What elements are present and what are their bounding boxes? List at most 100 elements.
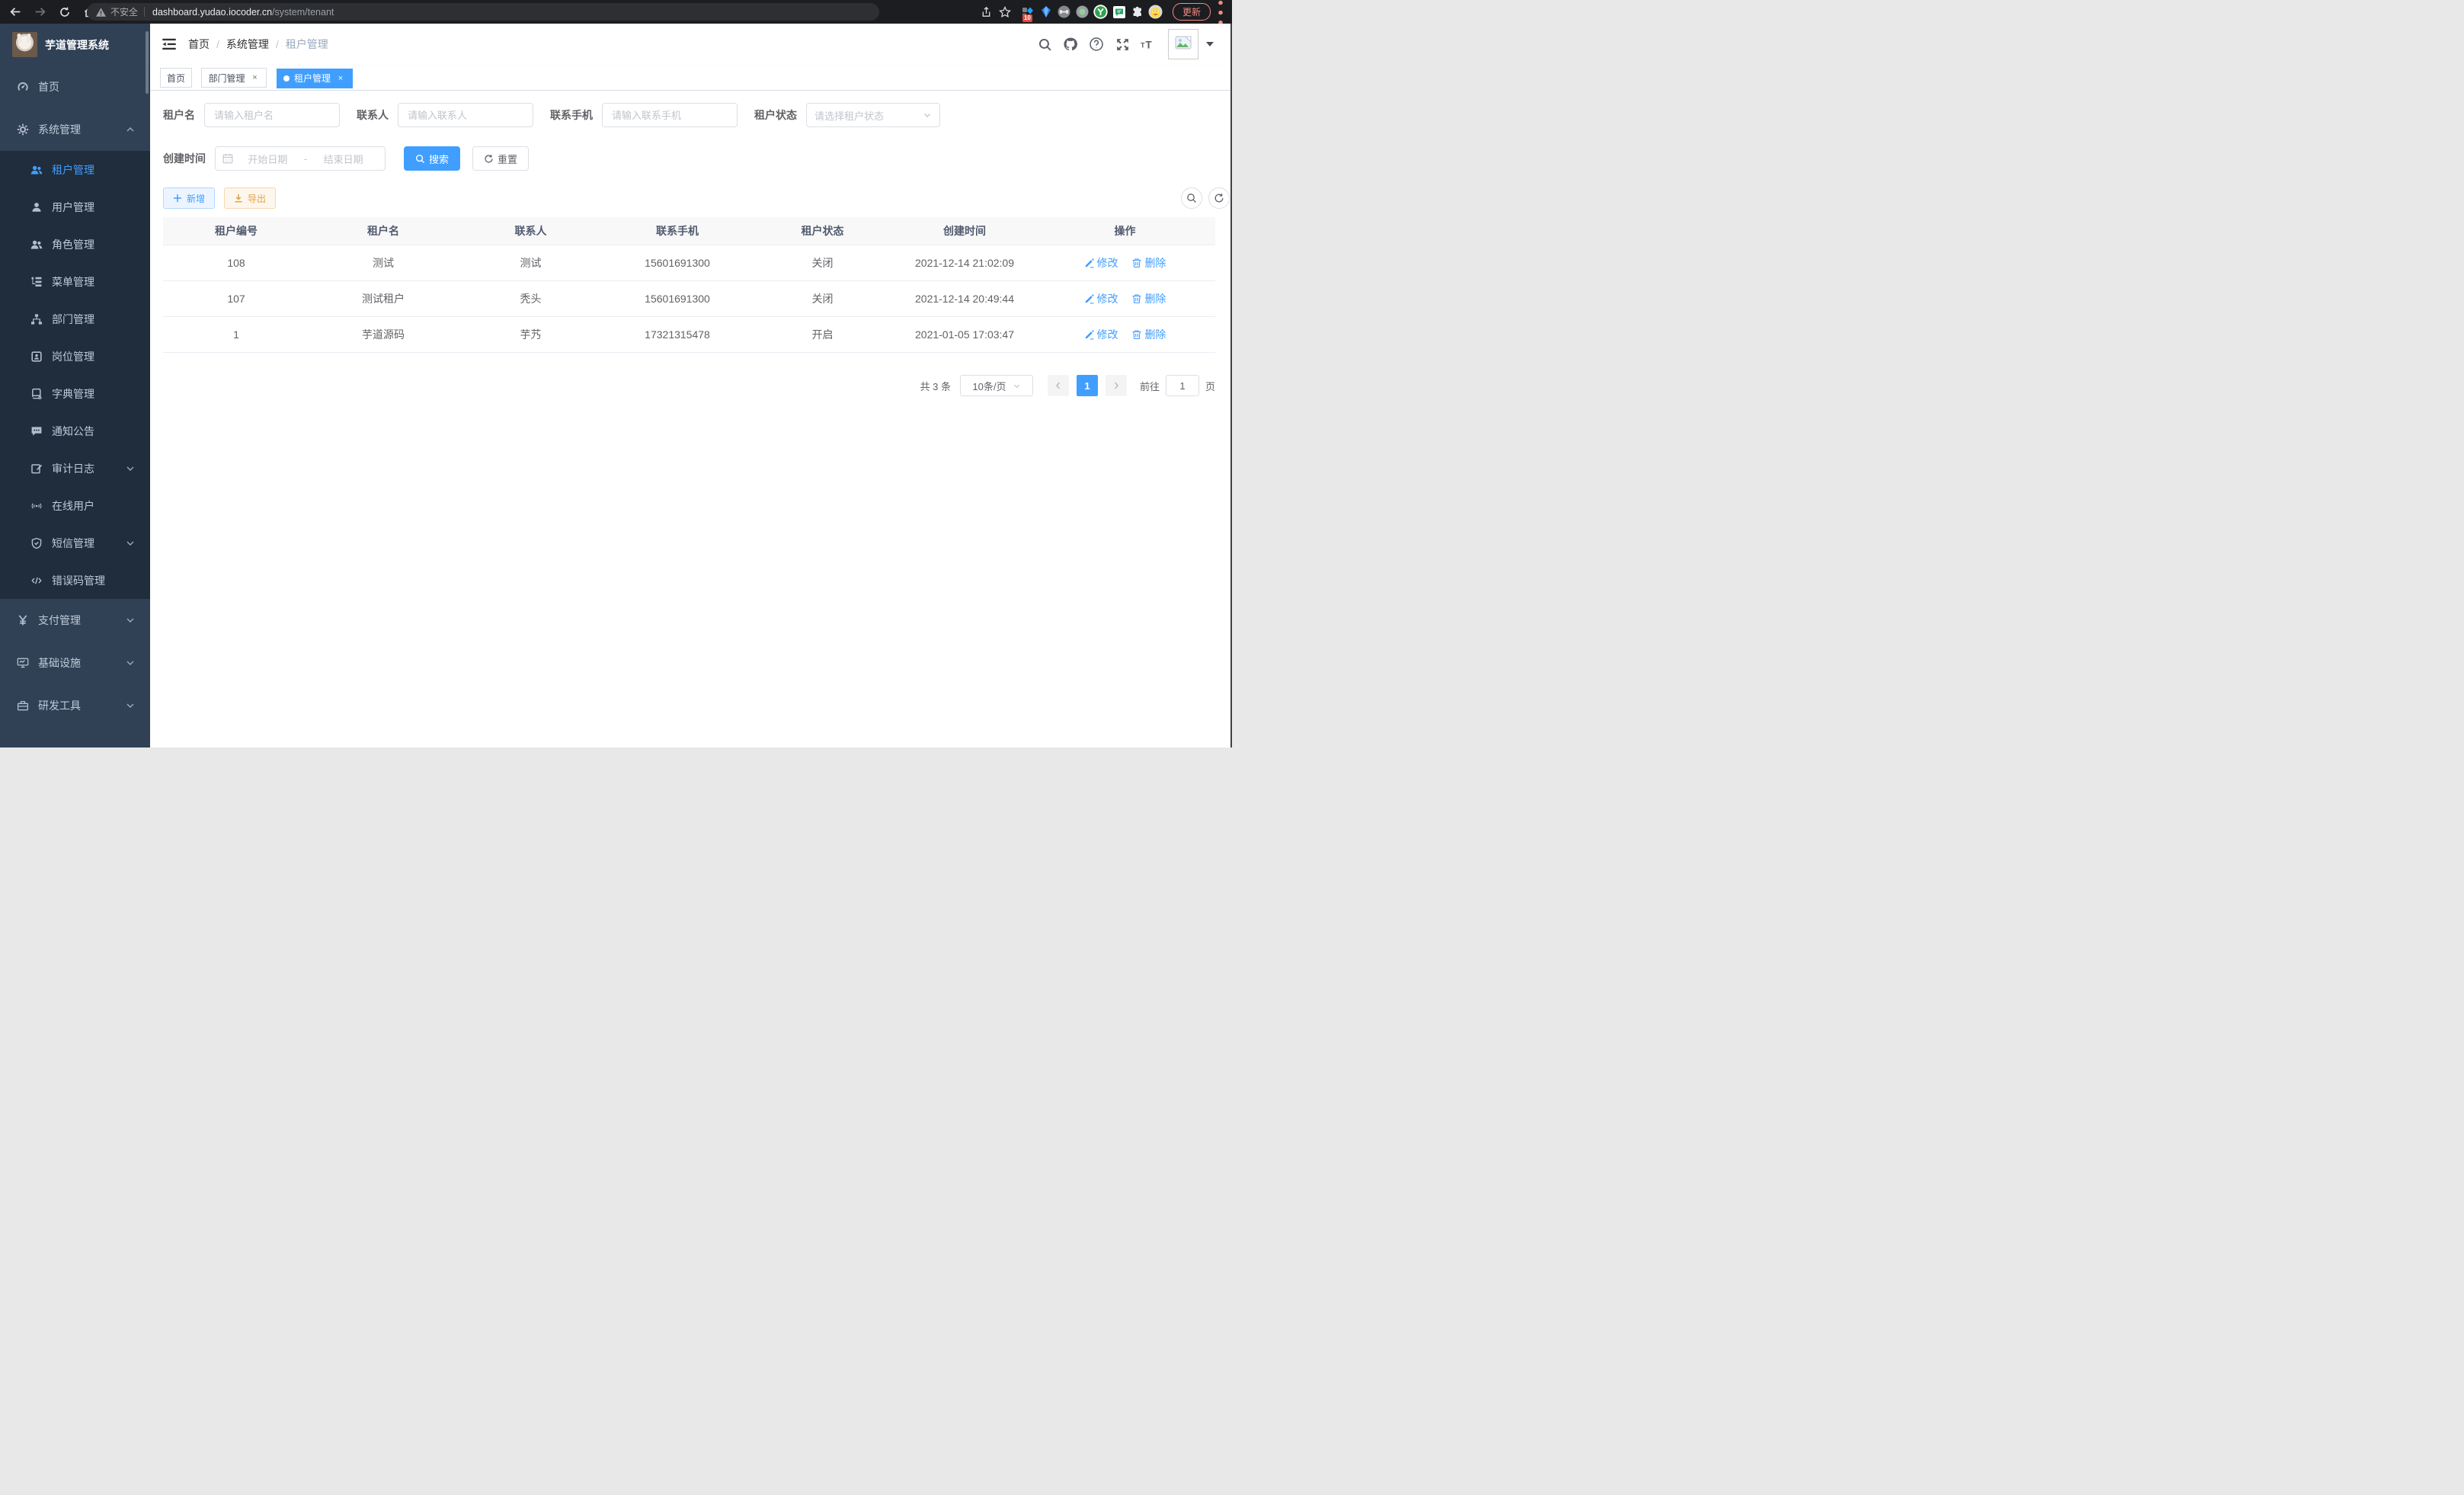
active-tag-dot bbox=[283, 75, 290, 82]
sidebar-item-label: 用户管理 bbox=[52, 200, 94, 215]
close-icon[interactable]: × bbox=[335, 73, 346, 84]
sidebar-item-online-user[interactable]: 在线用户 bbox=[0, 487, 150, 524]
filter-label-create-time: 创建时间 bbox=[163, 151, 206, 166]
refresh-table-button[interactable] bbox=[1208, 187, 1230, 209]
github-icon[interactable] bbox=[1063, 37, 1078, 52]
add-button[interactable]: 新增 bbox=[163, 187, 215, 209]
sidebar-item-dept[interactable]: 部门管理 bbox=[0, 300, 150, 338]
delete-link[interactable]: 删除 bbox=[1131, 291, 1166, 306]
tag-dept[interactable]: 部门管理 × bbox=[201, 68, 267, 88]
chevron-down-icon bbox=[126, 464, 135, 473]
sidebar-item-pay[interactable]: 支付管理 bbox=[0, 599, 150, 642]
breadcrumb-section[interactable]: 系统管理 bbox=[226, 37, 269, 52]
sidebar-item-tenant[interactable]: 租户管理 bbox=[0, 151, 150, 188]
tag-home[interactable]: 首页 bbox=[160, 68, 192, 88]
sidebar-item-devtools[interactable]: 研发工具 bbox=[0, 684, 150, 727]
sidebar-item-infra[interactable]: 基础设施 bbox=[0, 642, 150, 684]
share-icon[interactable] bbox=[979, 5, 994, 20]
sidebar-item-sms[interactable]: 短信管理 bbox=[0, 524, 150, 562]
start-date-placeholder: 开始日期 bbox=[233, 152, 302, 166]
edit-link[interactable]: 修改 bbox=[1084, 255, 1118, 271]
role-users-icon bbox=[30, 238, 43, 251]
extension-gem-icon[interactable] bbox=[1038, 5, 1054, 20]
sidebar-item-role[interactable]: 角色管理 bbox=[0, 226, 150, 263]
user-avatar-broken-image[interactable] bbox=[1168, 29, 1198, 59]
cell-tenant-id: 1 bbox=[163, 316, 309, 352]
extension-chat-icon[interactable] bbox=[1112, 5, 1127, 20]
export-button[interactable]: 导出 bbox=[224, 187, 276, 209]
help-icon[interactable] bbox=[1089, 37, 1104, 52]
trash-icon bbox=[1131, 329, 1142, 340]
search-button[interactable]: 搜索 bbox=[404, 146, 460, 171]
sidebar-item-audit-log[interactable]: 审计日志 bbox=[0, 450, 150, 487]
sidebar-item-error-code[interactable]: 错误码管理 bbox=[0, 562, 150, 599]
browser-menu-icon[interactable]: ⦁⦁⦁ bbox=[1215, 0, 1226, 27]
cell-mobile: 15601691300 bbox=[604, 245, 750, 280]
reset-button[interactable]: 重置 bbox=[472, 146, 529, 171]
security-label: 不安全 bbox=[110, 5, 138, 18]
goto-page-input[interactable] bbox=[1166, 375, 1199, 396]
extension-dot-icon[interactable] bbox=[1075, 5, 1090, 20]
omnibox-divider bbox=[144, 7, 145, 17]
download-icon bbox=[234, 194, 244, 203]
browser-update-button[interactable]: 更新 bbox=[1173, 3, 1211, 21]
mobile-input[interactable] bbox=[602, 103, 738, 127]
avatar-caret-down-icon[interactable] bbox=[1206, 42, 1214, 46]
next-page-button[interactable] bbox=[1106, 375, 1127, 396]
edit-link[interactable]: 修改 bbox=[1084, 327, 1118, 342]
browser-forward-icon[interactable] bbox=[32, 4, 48, 20]
sidebar-fold-icon[interactable] bbox=[162, 37, 177, 52]
edit-link-label: 修改 bbox=[1097, 327, 1118, 342]
filter-label-contact: 联系人 bbox=[357, 107, 389, 123]
browser-address-bar[interactable]: 不安全 dashboard.yudao.iocoder.cn/system/te… bbox=[87, 3, 879, 21]
status-select[interactable]: 请选择租户状态 bbox=[806, 103, 940, 127]
app-logo-row[interactable]: 芋道管理系统 bbox=[0, 24, 150, 66]
trash-icon bbox=[1131, 293, 1142, 304]
reset-button-label: 重置 bbox=[498, 152, 517, 166]
bookmark-star-icon[interactable] bbox=[997, 5, 1013, 20]
tenant-name-input[interactable] bbox=[204, 103, 340, 127]
edit-link-label: 修改 bbox=[1097, 255, 1118, 271]
system-submenu: 租户管理 用户管理 角色管理 菜单管理 bbox=[0, 151, 150, 599]
header-search-icon[interactable] bbox=[1037, 37, 1052, 52]
sidebar-item-system[interactable]: 系统管理 bbox=[0, 108, 150, 151]
sidebar-item-label: 部门管理 bbox=[52, 312, 94, 327]
sidebar-item-notice[interactable]: 通知公告 bbox=[0, 412, 150, 450]
show-search-toggle-button[interactable] bbox=[1181, 187, 1202, 209]
sidebar-item-home[interactable]: 首页 bbox=[0, 66, 150, 108]
sidebar-item-dict[interactable]: 字典管理 bbox=[0, 375, 150, 412]
tenant-table: 租户编号 租户名 联系人 联系手机 租户状态 创建时间 操作 108 测试 测试 bbox=[163, 217, 1215, 353]
font-size-icon[interactable]: TT bbox=[1141, 37, 1156, 52]
fullscreen-icon[interactable] bbox=[1115, 37, 1130, 52]
sidebar-item-user[interactable]: 用户管理 bbox=[0, 188, 150, 226]
sidebar-item-post[interactable]: 岗位管理 bbox=[0, 338, 150, 375]
search-button-label: 搜索 bbox=[429, 152, 449, 166]
url-path: /system/tenant bbox=[272, 7, 334, 18]
browser-reload-icon[interactable] bbox=[56, 4, 72, 20]
delete-link[interactable]: 删除 bbox=[1131, 255, 1166, 271]
page-size-select[interactable]: 10条/页 bbox=[960, 375, 1033, 396]
edit-link[interactable]: 修改 bbox=[1084, 291, 1118, 306]
table-row: 108 测试 测试 15601691300 关闭 2021-12-14 21:0… bbox=[163, 245, 1215, 280]
profile-avatar-icon[interactable] bbox=[1148, 5, 1163, 20]
user-icon bbox=[30, 201, 43, 213]
breadcrumb-home[interactable]: 首页 bbox=[188, 37, 210, 52]
close-icon[interactable]: × bbox=[249, 72, 260, 83]
date-range-picker[interactable]: 开始日期 - 结束日期 bbox=[215, 146, 386, 171]
extension-clover-icon[interactable] bbox=[1057, 5, 1072, 20]
prev-page-button[interactable] bbox=[1048, 375, 1069, 396]
tag-label: 部门管理 bbox=[208, 72, 245, 85]
audit-edit-icon bbox=[30, 463, 43, 475]
page-number-1[interactable]: 1 bbox=[1077, 375, 1098, 396]
delete-link[interactable]: 删除 bbox=[1131, 327, 1166, 342]
cell-tenant-id: 107 bbox=[163, 280, 309, 316]
tag-tenant-active[interactable]: 租户管理 × bbox=[277, 69, 353, 88]
extension-yudao-icon[interactable] bbox=[1093, 5, 1109, 20]
sidebar-item-menu[interactable]: 菜单管理 bbox=[0, 263, 150, 300]
delete-link-label: 删除 bbox=[1144, 291, 1166, 306]
extensions-puzzle-icon[interactable] bbox=[1130, 5, 1145, 20]
contact-input[interactable] bbox=[398, 103, 533, 127]
browser-back-icon[interactable] bbox=[8, 4, 24, 20]
sidebar-scrollbar-thumb[interactable] bbox=[146, 31, 149, 94]
extension-tampermonkey-icon[interactable]: 10 bbox=[1020, 5, 1035, 20]
